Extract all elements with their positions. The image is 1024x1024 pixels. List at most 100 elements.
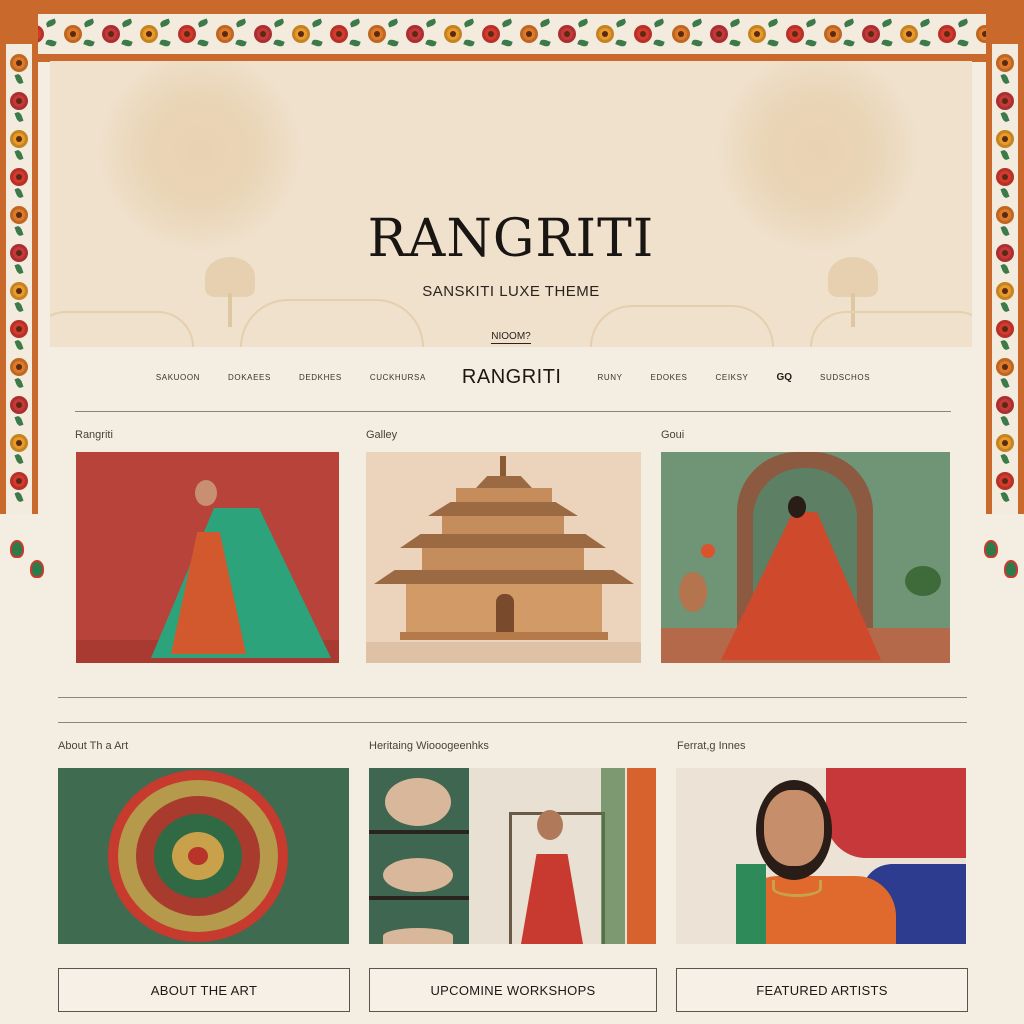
leaf-icon — [501, 18, 513, 28]
leaf-icon — [1000, 73, 1010, 85]
leaf-icon — [235, 38, 247, 48]
feature-image-artist[interactable] — [676, 768, 966, 944]
nav-item[interactable]: RUNY — [597, 373, 622, 382]
flower-icon — [10, 434, 28, 452]
leaf-icon — [197, 18, 209, 28]
leaf-icon — [653, 38, 665, 48]
leaf-icon — [14, 339, 24, 351]
nav-brand-logo[interactable]: RANGRITI — [462, 366, 562, 389]
floral-border-right — [992, 44, 1018, 514]
flower-icon — [102, 25, 120, 43]
nav-item[interactable]: SUDSCHOS — [820, 373, 870, 382]
flower-icon — [216, 25, 234, 43]
upcoming-workshops-button[interactable]: UPCOMINE WORKSHOPS — [369, 968, 657, 1012]
flower-icon — [368, 25, 386, 43]
feature-label: About Th a Art — [58, 740, 129, 752]
flower-icon — [10, 244, 28, 262]
leaf-icon — [463, 38, 475, 48]
leaf-icon — [311, 18, 323, 28]
leaf-icon — [881, 38, 893, 48]
leaf-icon — [235, 18, 247, 28]
gallery-image-lehenga[interactable] — [76, 452, 339, 663]
leaf-icon — [615, 18, 627, 28]
nav-item[interactable]: DOKAEES — [228, 373, 271, 382]
leaf-icon — [1000, 187, 1010, 199]
face-shape — [764, 790, 824, 866]
flower-icon — [558, 25, 576, 43]
pot-shape — [383, 858, 453, 892]
flower-icon — [596, 25, 614, 43]
marigold-garland — [627, 768, 656, 944]
flower-icon — [996, 244, 1014, 262]
tassel-icon — [1004, 560, 1018, 578]
figure-head — [537, 810, 563, 840]
leaf-icon — [1000, 339, 1010, 351]
leaf-icon — [14, 225, 24, 237]
leaf-icon — [919, 18, 931, 28]
flower-icon — [330, 25, 348, 43]
leaf-icon — [14, 111, 24, 123]
leaf-icon — [425, 38, 437, 48]
leaf-icon — [957, 18, 969, 28]
feature-image-workshop[interactable] — [369, 768, 656, 944]
leaf-icon — [729, 38, 741, 48]
floral-frame-right — [986, 14, 1024, 514]
flower-icon — [938, 25, 956, 43]
flower-icon — [701, 544, 715, 558]
leaf-icon — [463, 18, 475, 28]
about-the-art-button[interactable]: ABOUT THE ART — [58, 968, 350, 1012]
flower-icon — [996, 320, 1014, 338]
leaf-icon — [691, 18, 703, 28]
section-divider — [58, 697, 967, 698]
flower-icon — [178, 25, 196, 43]
leaf-icon — [1000, 263, 1010, 275]
nav-item[interactable]: CUCKHURSA — [370, 373, 426, 382]
gallery-label: Goui — [661, 429, 685, 441]
leaf-icon — [387, 18, 399, 28]
leaf-icon — [843, 18, 855, 28]
tassel-icon — [10, 540, 24, 558]
figure-head — [788, 496, 806, 518]
leaf-icon — [14, 301, 24, 313]
fabric-red — [826, 768, 966, 858]
floral-border-strip — [16, 14, 1008, 54]
leaf-icon — [311, 38, 323, 48]
leaf-icon — [691, 38, 703, 48]
flower-icon — [444, 25, 462, 43]
door-shape — [496, 594, 514, 632]
leaf-icon — [767, 38, 779, 48]
leaf-icon — [14, 149, 24, 161]
flower-icon — [634, 25, 652, 43]
nav-item[interactable]: CEIKSY — [716, 373, 749, 382]
leaf-icon — [1000, 301, 1010, 313]
gallery-image-archway[interactable] — [661, 452, 950, 663]
leaf-icon — [805, 18, 817, 28]
leaf-icon — [615, 38, 627, 48]
flower-icon — [996, 206, 1014, 224]
nav-item[interactable]: EDOKES — [651, 373, 688, 382]
leaf-icon — [729, 18, 741, 28]
leaf-icon — [45, 38, 57, 48]
leaf-icon — [1000, 225, 1010, 237]
leaf-icon — [349, 18, 361, 28]
featured-artists-button[interactable]: FEATURED ARTISTS — [676, 968, 968, 1012]
hero-link[interactable]: NIOOM? — [491, 331, 531, 344]
leaf-icon — [349, 38, 361, 48]
leaf-icon — [1000, 149, 1010, 161]
leaf-icon — [1000, 377, 1010, 389]
leaf-icon — [425, 18, 437, 28]
floral-border-left — [6, 44, 32, 514]
gallery-label: Galley — [366, 429, 398, 441]
flower-icon — [996, 434, 1014, 452]
feature-image-mandala[interactable] — [58, 768, 349, 944]
necklace-shape — [772, 880, 822, 897]
flower-icon — [900, 25, 918, 43]
leaf-icon — [577, 38, 589, 48]
search-icon[interactable]: GQ — [776, 372, 792, 383]
feature-label: Heritaing Wiooogeenhks — [369, 740, 489, 752]
nav-item[interactable]: SAKUOON — [156, 373, 200, 382]
gallery-image-pagoda[interactable] — [366, 452, 641, 663]
flower-icon — [520, 25, 538, 43]
nav-item[interactable]: DEDKHES — [299, 373, 342, 382]
flower-icon — [996, 396, 1014, 414]
